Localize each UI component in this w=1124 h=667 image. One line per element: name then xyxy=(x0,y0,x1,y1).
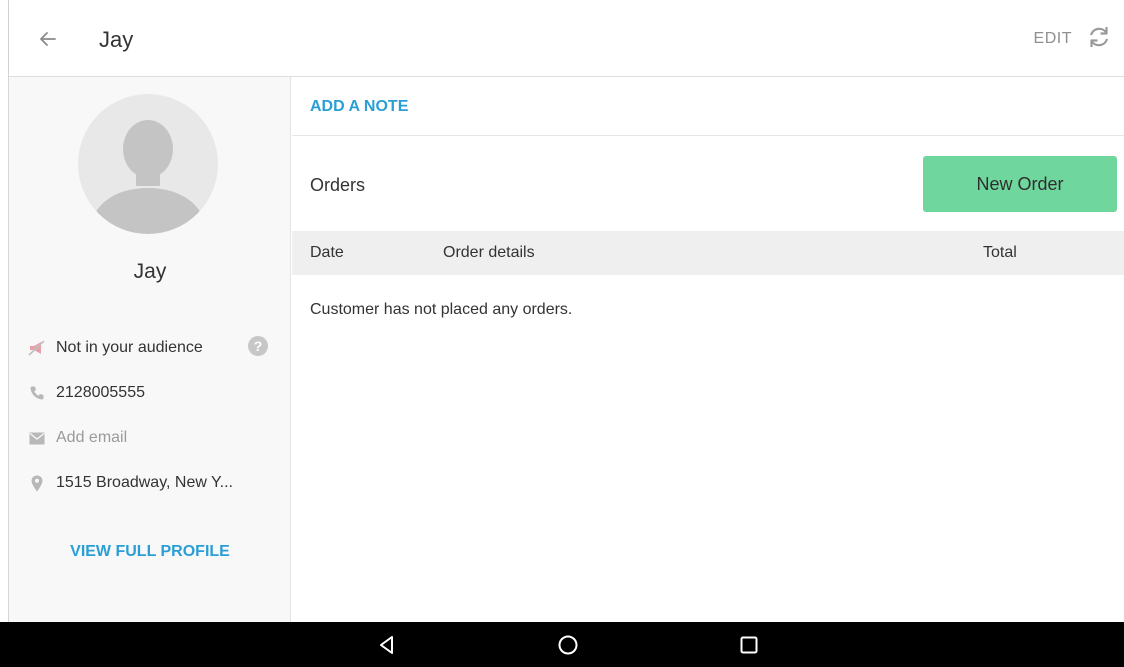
column-header-total: Total xyxy=(983,244,1017,261)
address-row[interactable]: 1515 Broadway, New Y... xyxy=(26,470,233,496)
customer-sidebar: Jay Not in your audience ? 2128005555 Ad… xyxy=(9,77,291,622)
nav-recents-button[interactable] xyxy=(734,630,764,660)
add-email-link: Add email xyxy=(56,429,128,446)
nav-back-button[interactable] xyxy=(372,630,402,660)
page-title: Jay xyxy=(99,27,134,52)
person-placeholder-icon xyxy=(88,120,208,234)
divider xyxy=(292,135,1124,136)
location-pin-icon xyxy=(26,473,48,493)
left-edge xyxy=(0,0,9,622)
orders-table-header: Date Order details Total xyxy=(292,231,1124,275)
phone-number: 2128005555 xyxy=(56,384,145,401)
triangle-back-icon xyxy=(380,636,393,654)
add-note-link[interactable]: ADD A NOTE xyxy=(310,98,408,116)
column-header-order-details: Order details xyxy=(443,244,535,261)
empty-orders-message: Customer has not placed any orders. xyxy=(310,301,573,318)
view-full-profile-link[interactable]: VIEW FULL PROFILE xyxy=(9,543,291,561)
customer-name: Jay xyxy=(133,260,167,283)
system-nav-bar xyxy=(0,622,1124,667)
address-text: 1515 Broadway, New Y... xyxy=(56,474,233,491)
phone-icon xyxy=(26,383,48,403)
orders-heading: Orders xyxy=(310,175,366,195)
edit-button[interactable]: EDIT xyxy=(1034,30,1072,48)
main-panel: ADD A NOTE Orders New Order Date Order d… xyxy=(292,77,1124,622)
new-order-button[interactable]: New Order xyxy=(923,156,1117,212)
nav-home-button[interactable] xyxy=(553,630,583,660)
envelope-icon xyxy=(26,428,48,448)
top-bar: Jay EDIT xyxy=(9,0,1124,77)
help-icon[interactable]: ? xyxy=(248,336,268,356)
circle-home-icon xyxy=(558,635,578,655)
avatar xyxy=(78,94,218,234)
square-recents-icon xyxy=(740,636,758,654)
phone-row[interactable]: 2128005555 xyxy=(26,380,145,406)
back-button[interactable] xyxy=(33,24,63,54)
audience-status-row: Not in your audience xyxy=(26,335,203,361)
column-header-date: Date xyxy=(310,244,344,261)
arrow-left-icon xyxy=(40,32,56,46)
refresh-icon xyxy=(1089,27,1109,47)
email-row[interactable]: Add email xyxy=(26,425,127,451)
megaphone-muted-icon xyxy=(26,338,48,358)
refresh-button[interactable] xyxy=(1084,22,1114,52)
audience-status-text: Not in your audience xyxy=(56,339,203,356)
